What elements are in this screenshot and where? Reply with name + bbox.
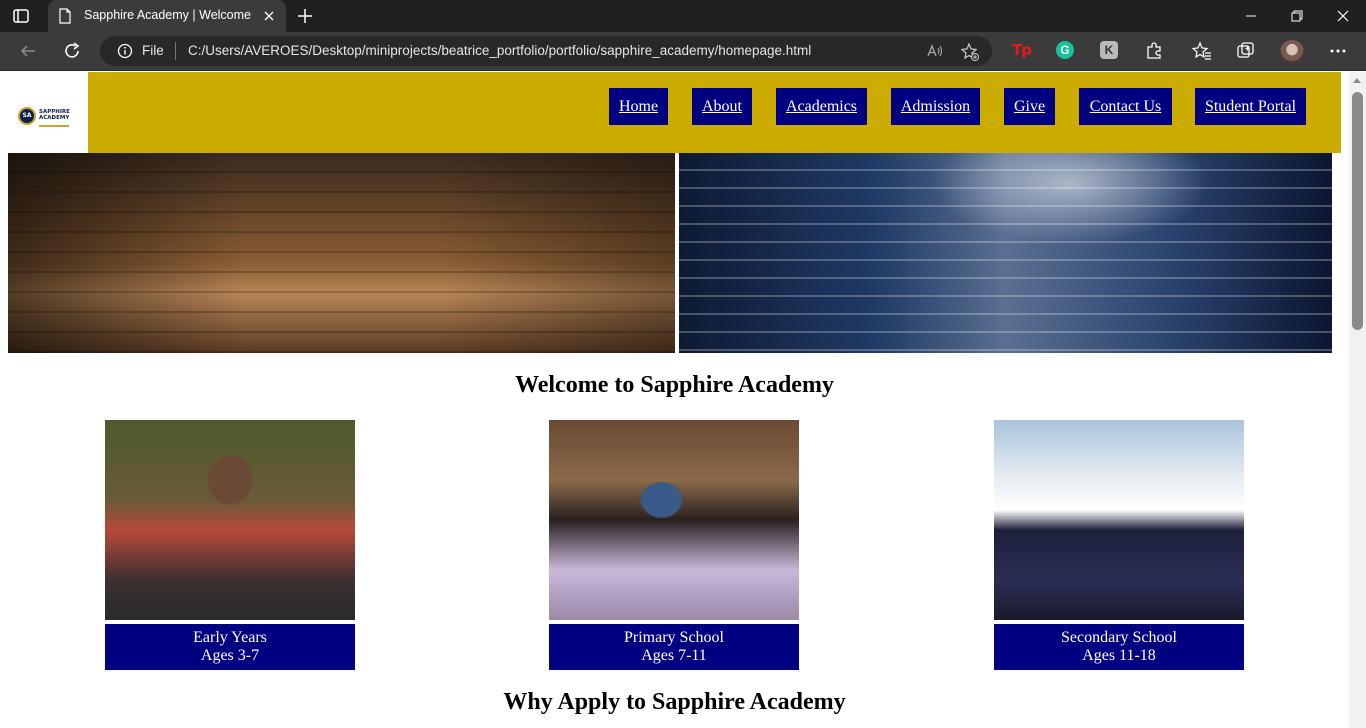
card-title: Primary School xyxy=(624,629,724,646)
tp-extension-icon[interactable]: Tp xyxy=(1012,41,1032,59)
address-separator xyxy=(175,42,176,60)
logo-badge: SA xyxy=(18,107,36,125)
more-options-icon[interactable] xyxy=(1328,41,1348,61)
close-window-button[interactable] xyxy=(1320,0,1366,32)
hero-image-library-wooden xyxy=(8,153,675,353)
minimize-button[interactable] xyxy=(1228,0,1274,32)
scrollbar-thumb[interactable] xyxy=(1352,92,1363,330)
profile-avatar[interactable] xyxy=(1280,40,1304,64)
nav-admission-link[interactable]: Admission xyxy=(891,88,980,125)
secondary-school-card[interactable]: Secondary School Ages 11-18 xyxy=(994,624,1244,670)
nav-about-link[interactable]: About xyxy=(692,88,752,125)
nav-academics-link[interactable]: Academics xyxy=(776,88,867,125)
hero-shelf-texture xyxy=(679,153,1332,353)
site-logo[interactable]: SA SAPPHIRE ACADEMY xyxy=(8,80,88,144)
card-title: Secondary School xyxy=(1061,629,1177,646)
hero-shelf-texture xyxy=(8,153,675,353)
nav-home-link[interactable]: Home xyxy=(609,88,668,125)
browser-tab-active[interactable]: Sapphire Academy | Welcome xyxy=(48,0,286,32)
close-icon xyxy=(1337,10,1349,22)
primary-school-card[interactable]: Primary School Ages 7-11 xyxy=(549,624,799,670)
back-arrow-icon[interactable] xyxy=(18,41,38,61)
nav-give-link[interactable]: Give xyxy=(1004,88,1055,125)
browser-titlebar: Sapphire Academy | Welcome xyxy=(0,0,1366,32)
url-text[interactable]: C:/Users/AVEROES/Desktop/miniprojects/be… xyxy=(188,43,811,58)
page-scrollbar[interactable] xyxy=(1349,72,1366,728)
extensions-puzzle-icon[interactable] xyxy=(1144,41,1164,61)
refresh-icon[interactable] xyxy=(62,41,82,61)
card-ages: Ages 3-7 xyxy=(200,647,260,664)
address-bar[interactable]: File C:/Users/AVEROES/Desktop/miniprojec… xyxy=(100,36,992,66)
early-years-card[interactable]: Early Years Ages 3-7 xyxy=(105,624,355,670)
nav-contact-link[interactable]: Contact Us xyxy=(1079,88,1172,125)
add-favorite-icon[interactable] xyxy=(960,42,980,62)
card-ages: Ages 11-18 xyxy=(1082,647,1156,664)
card-ages: Ages 7-11 xyxy=(641,647,707,664)
logo-tagline-mark xyxy=(39,125,69,127)
file-label: File xyxy=(142,43,164,58)
read-aloud-icon[interactable] xyxy=(926,42,944,60)
site-navbar: Home About Academics Admission Give Cont… xyxy=(88,72,1341,153)
k-extension-icon[interactable]: K xyxy=(1100,41,1118,59)
tab-title: Sapphire Academy | Welcome xyxy=(84,8,251,22)
favorites-icon[interactable] xyxy=(1192,41,1212,61)
hero-image-library-modern xyxy=(679,153,1332,353)
close-tab-icon[interactable] xyxy=(262,9,276,23)
early-years-image xyxy=(105,420,355,620)
scroll-up-arrow-icon[interactable] xyxy=(1353,78,1361,83)
collections-icon[interactable] xyxy=(1236,41,1256,61)
info-icon[interactable] xyxy=(117,43,133,59)
card-title: Early Years xyxy=(193,629,267,646)
new-tab-icon[interactable] xyxy=(296,7,314,25)
why-apply-heading: Why Apply to Sapphire Academy xyxy=(503,689,846,715)
welcome-heading: Welcome to Sapphire Academy xyxy=(515,372,834,398)
page-viewport: SA SAPPHIRE ACADEMY Home About Academics… xyxy=(0,72,1349,728)
logo-name: SAPPHIRE ACADEMY xyxy=(39,109,70,121)
secondary-school-image xyxy=(994,420,1244,620)
primary-school-image xyxy=(549,420,799,620)
restore-button[interactable] xyxy=(1274,0,1320,32)
page-icon xyxy=(59,8,71,24)
minimize-icon xyxy=(1246,15,1256,17)
grammarly-extension-icon[interactable]: G xyxy=(1056,41,1074,59)
nav-student-portal-link[interactable]: Student Portal xyxy=(1195,88,1306,125)
tab-actions-icon[interactable] xyxy=(12,7,30,25)
restore-icon xyxy=(1291,10,1303,22)
